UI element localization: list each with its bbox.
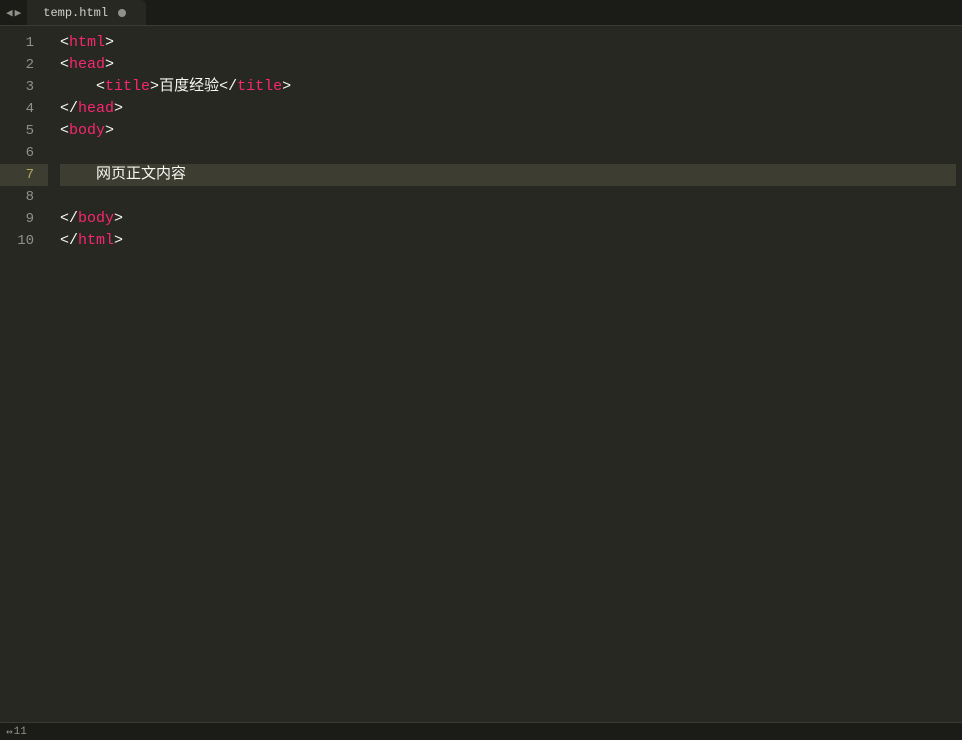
tab-temp-html[interactable]: temp.html bbox=[27, 0, 147, 25]
code-line: </html> bbox=[60, 230, 956, 252]
line-number: 6 bbox=[0, 142, 48, 164]
tab-nav: ◀ ▶ bbox=[0, 0, 27, 25]
line-number: 2 bbox=[0, 54, 48, 76]
nav-back-icon[interactable]: ◀ bbox=[6, 6, 13, 20]
code-content[interactable]: <html> <head> <title>百度经验</title> </head… bbox=[48, 26, 956, 722]
nav-forward-icon[interactable]: ▶ bbox=[15, 6, 22, 20]
tab-label: temp.html bbox=[43, 6, 108, 20]
status-line-number: 11 bbox=[14, 726, 27, 738]
line-number: 8 bbox=[0, 186, 48, 208]
code-line bbox=[60, 142, 956, 164]
dirty-indicator-icon bbox=[118, 9, 126, 17]
code-line-current: 网页正文内容 bbox=[60, 164, 956, 186]
code-line: </body> bbox=[60, 208, 956, 230]
line-number: 10 bbox=[0, 230, 48, 252]
code-line bbox=[60, 186, 956, 208]
code-line: <head> bbox=[60, 54, 956, 76]
status-bar: ↔ 11 bbox=[0, 722, 962, 740]
code-line: <html> bbox=[60, 32, 956, 54]
indent-indicator-icon: ↔ bbox=[6, 725, 12, 738]
line-number: 1 bbox=[0, 32, 48, 54]
line-number: 4 bbox=[0, 98, 48, 120]
editor-area: 1 2 3 4 5 6 7 8 9 10 <html> <head> <titl… bbox=[0, 26, 962, 722]
code-line: <title>百度经验</title> bbox=[60, 76, 956, 98]
line-number-gutter: 1 2 3 4 5 6 7 8 9 10 bbox=[0, 26, 48, 722]
line-number: 3 bbox=[0, 76, 48, 98]
code-line: </head> bbox=[60, 98, 956, 120]
tab-bar: ◀ ▶ temp.html bbox=[0, 0, 962, 26]
line-number-current: 7 bbox=[0, 164, 48, 186]
code-line: <body> bbox=[60, 120, 956, 142]
line-number: 5 bbox=[0, 120, 48, 142]
line-number: 9 bbox=[0, 208, 48, 230]
scrollbar[interactable] bbox=[956, 26, 962, 722]
